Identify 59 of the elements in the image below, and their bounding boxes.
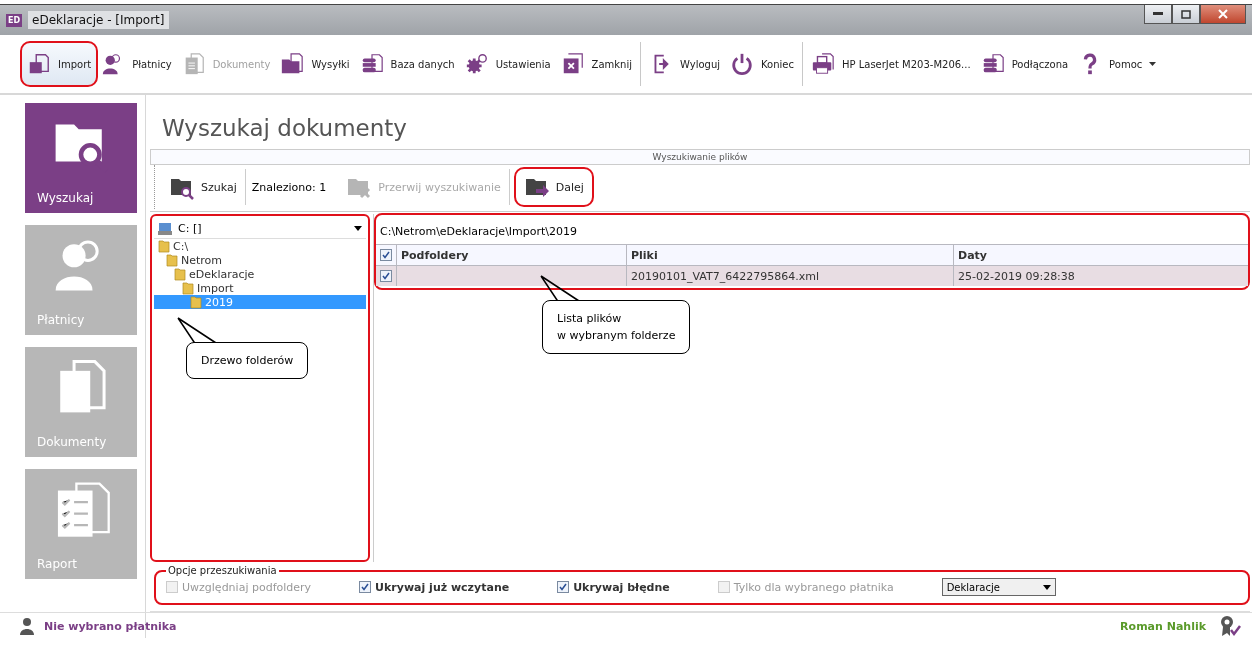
checkbox[interactable] — [380, 270, 392, 282]
toolbar-button[interactable]: Ustawienia — [459, 43, 556, 85]
folder-icon — [190, 295, 202, 309]
minimize-icon — [1153, 12, 1163, 16]
user-name: Roman Nahlik — [1120, 619, 1206, 633]
folder-icon — [166, 253, 178, 267]
option-checkbox[interactable]: Ukrywaj już wczytane — [359, 580, 510, 594]
tree-item[interactable]: Netrom — [154, 253, 366, 267]
window-title: eDeklaracje - [Import] — [28, 11, 169, 29]
tree-item[interactable]: Import — [154, 281, 366, 295]
checkmark-icon — [382, 272, 390, 280]
checkmark-icon — [361, 583, 370, 591]
folder-icon — [182, 281, 194, 295]
toolbar-button[interactable]: Zamknij — [555, 43, 637, 85]
toolbar-button[interactable]: Szukaj — [161, 169, 246, 205]
toolbar-button[interactable]: Pomoc — [1073, 43, 1162, 85]
checkmark-icon — [559, 583, 568, 591]
drive-icon — [158, 221, 172, 235]
nav-tile[interactable]: Wyszukaj — [25, 103, 137, 213]
checkmark-icon — [382, 251, 390, 259]
folder-icon — [174, 267, 186, 281]
toolbar-button[interactable]: Import — [22, 43, 97, 85]
option-checkbox[interactable]: Ukrywaj błędne — [557, 580, 670, 594]
toolbar-button[interactable]: Podłączona — [975, 43, 1074, 85]
tree-item[interactable]: C:\ — [154, 239, 366, 253]
toolbar-button[interactable]: Wyloguj — [644, 43, 725, 85]
maximize-button[interactable] — [1172, 5, 1200, 24]
checkbox[interactable] — [380, 249, 392, 261]
folder-icon — [158, 239, 170, 253]
section-header: Wyszukiwanie plików — [150, 149, 1250, 165]
page-title: Wyszukaj dokumenty — [162, 115, 408, 141]
callout: Drzewo folderów — [186, 342, 309, 379]
table-cell: 25-02-2019 09:28:38 — [953, 266, 1248, 286]
table-cell: 20190101_VAT7_6422795864.xml — [626, 266, 953, 286]
app-icon: ED — [6, 13, 23, 27]
power-icon — [730, 52, 754, 76]
toolbar-button[interactable]: Płatnicy — [96, 43, 177, 85]
type-select[interactable]: Deklaracje — [941, 578, 1056, 596]
toolbar-button[interactable]: HP LaserJet M203-M206... — [805, 43, 976, 85]
close-icon — [1218, 9, 1228, 19]
group-legend: Opcje przeszukiwania — [166, 565, 279, 576]
payer-status: Nie wybrano płatnika — [44, 619, 177, 633]
callout: Lista plików w wybranym folderze — [542, 300, 691, 354]
gears-icon — [464, 52, 489, 76]
printer-icon — [810, 52, 835, 76]
folder-path: C:\Netrom\eDeklaracje\Import\2019 — [379, 224, 579, 240]
import-icon — [27, 52, 51, 76]
drive-select[interactable]: C: [] — [154, 218, 366, 239]
result-count: Znaleziono: 1 — [250, 180, 328, 194]
close-button[interactable] — [1200, 5, 1246, 24]
tree-item[interactable]: eDeklaracje — [154, 267, 366, 281]
minimize-button[interactable] — [1144, 5, 1172, 24]
toolbar-button[interactable]: Dalej — [515, 169, 592, 205]
maximize-icon — [1181, 9, 1191, 19]
toolbar-button[interactable]: Baza danych — [354, 43, 460, 85]
folder-icon — [280, 52, 305, 76]
toolbar-button[interactable]: Wysyłki — [275, 43, 355, 85]
user-badge-icon — [1218, 615, 1242, 637]
toolbar-button[interactable]: Koniec — [725, 43, 799, 85]
